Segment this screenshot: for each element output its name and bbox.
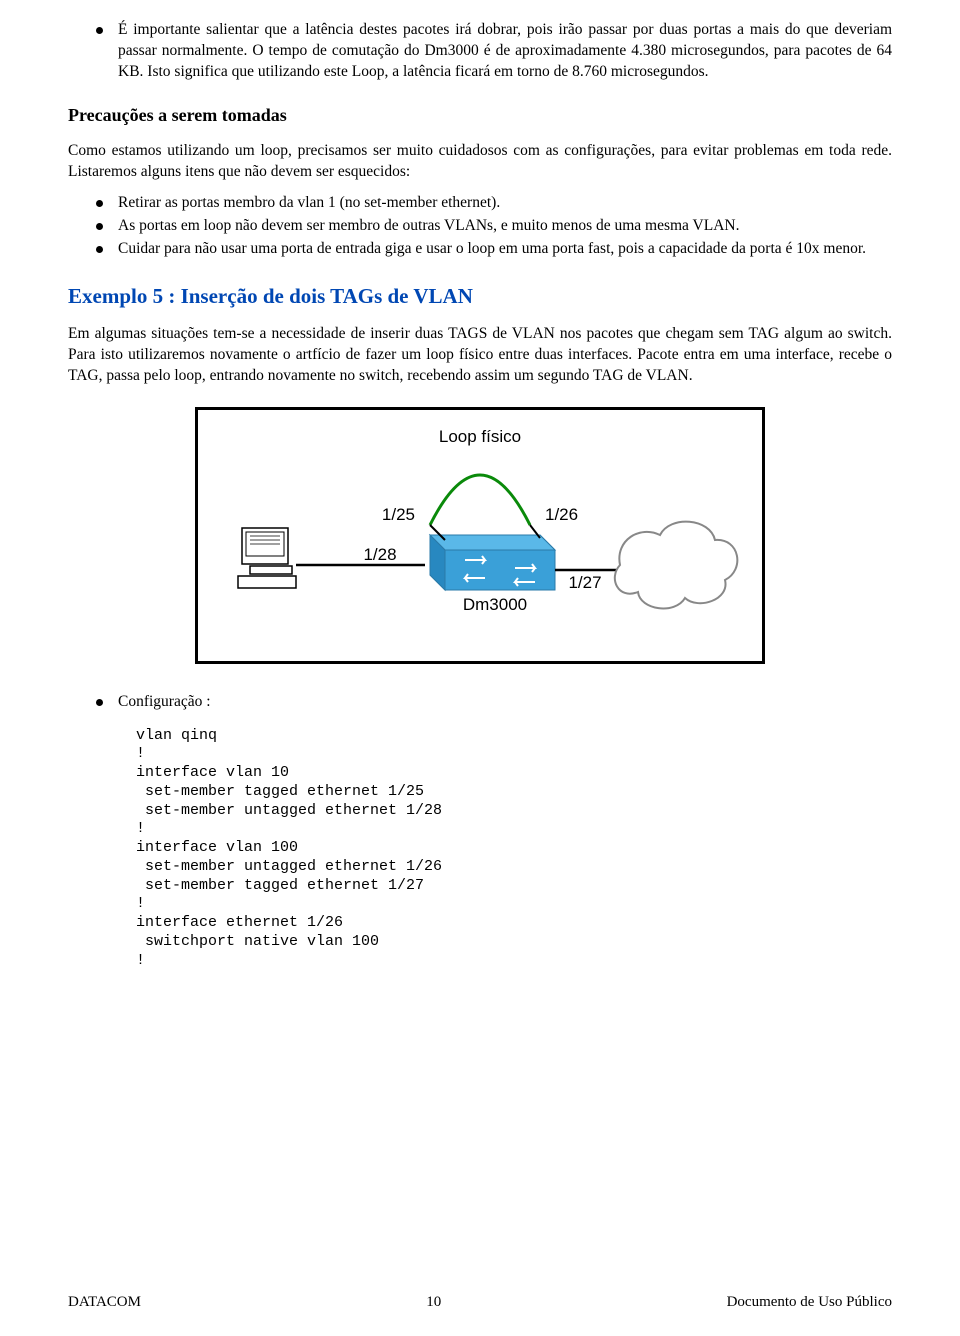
precaution-item: As portas em loop não devem ser membro d… — [96, 216, 892, 237]
intro-bullet: É importante salientar que a latência de… — [96, 20, 892, 83]
page-footer: DATACOM 10 Documento de Uso Público — [68, 1292, 892, 1312]
network-diagram: Loop físico — [68, 407, 892, 664]
config-code: vlan qinq ! interface vlan 10 set-member… — [136, 727, 892, 971]
footer-right: Documento de Uso Público — [727, 1292, 892, 1312]
loop-label: Loop físico — [439, 427, 521, 446]
config-label: Configuração : — [96, 692, 892, 713]
footer-page-number: 10 — [426, 1292, 441, 1312]
port-label: 1/26 — [545, 505, 578, 524]
intro-bullet-list: É importante salientar que a latência de… — [96, 20, 892, 83]
example-heading: Exemplo 5 : Inserção de dois TAGs de VLA… — [68, 282, 892, 310]
precaution-item: Retirar as portas membro da vlan 1 (no s… — [96, 193, 892, 214]
footer-left: DATACOM — [68, 1292, 141, 1312]
example-paragraph: Em algumas situações tem-se a necessidad… — [68, 324, 892, 387]
config-list: Configuração : — [96, 692, 892, 713]
precautions-list: Retirar as portas membro da vlan 1 (no s… — [96, 193, 892, 260]
port-label: 1/25 — [382, 505, 415, 524]
device-label: Dm3000 — [463, 595, 527, 614]
precautions-paragraph: Como estamos utilizando um loop, precisa… — [68, 141, 892, 183]
precaution-item: Cuidar para não usar uma porta de entrad… — [96, 239, 892, 260]
precautions-heading: Precauções a serem tomadas — [68, 103, 892, 127]
port-label: 1/27 — [568, 573, 601, 592]
port-label: 1/28 — [363, 545, 396, 564]
